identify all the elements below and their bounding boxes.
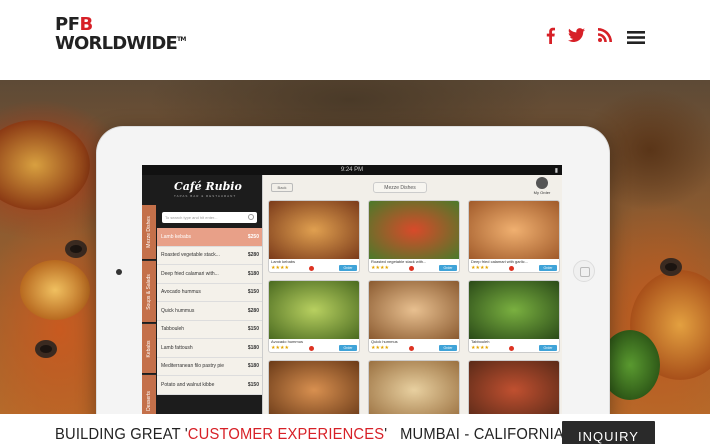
dish-card[interactable] [468,360,560,414]
my-order-button[interactable]: My Order [532,177,552,195]
menu-item[interactable]: Lamb fattoush $180 [157,339,262,358]
dish-photo [269,201,359,259]
app-right-panel: Back Mezze Dishes My Order Lamb kebabs ★★… [262,175,562,414]
food-blob [0,120,90,210]
dish-card[interactable] [268,360,360,414]
dish-photo [369,281,459,339]
site-header: PFB WORLDWIDETM [0,0,710,80]
dish-card[interactable] [368,360,460,414]
tagline-band: BUILDING GREAT 'CUSTOMER EXPERIENCES' MU… [0,414,710,444]
logo-line2: WORLDWIDETM [55,33,186,54]
menu-item[interactable]: Roasted vegetable stack... $280 [157,246,262,265]
rating-stars: ★★★★ [271,345,289,351]
dish-card[interactable]: Roasted vegetable stack with... ★★★★ Order [368,200,460,273]
side-tabs: Mezze Dishes Soups & Salads Kebabs Desse… [142,205,156,414]
ipad-home-button [573,260,595,282]
menu-item[interactable]: Tabbouleh $150 [157,320,262,339]
ipad-status-bar: 9:24 PM ▮ [142,165,562,175]
rating-stars: ★★★★ [471,265,489,271]
food-blob [600,330,660,400]
rating-stars: ★★★★ [371,345,389,351]
veg-indicator [409,346,414,351]
menu-list: Lamb kebabs $250 Roasted vegetable stack.… [157,228,262,395]
veg-indicator [409,266,414,271]
veg-indicator [509,346,514,351]
menu-item[interactable]: Lamb kebabs $250 [157,228,262,247]
pfb-logo[interactable]: PFB WORLDWIDETM [55,16,186,53]
order-button[interactable]: Order [439,345,457,351]
dish-photo [469,281,559,339]
order-button[interactable]: Order [539,345,557,351]
app-brand: Café Rubio TAPAS BAR & RESTAURANT [174,180,242,198]
hamburger-menu-icon[interactable] [626,28,646,46]
dish-photo [269,281,359,339]
menu-item[interactable]: Avocado hummus $150 [157,283,262,302]
olive-decor [35,340,57,358]
back-button[interactable]: Back [271,183,293,192]
search-icon [248,214,254,220]
tagline: BUILDING GREAT 'CUSTOMER EXPERIENCES' MU… [55,426,564,443]
ipad-screen: 9:24 PM ▮ Café Rubio TAPAS BAR & RESTAURAN… [142,165,562,414]
order-icon [536,177,548,189]
menu-item[interactable]: Quick hummus $280 [157,302,262,321]
olive-decor [65,240,87,258]
order-button[interactable]: Order [439,265,457,271]
inquiry-button[interactable]: INQUIRY [562,421,655,444]
hero-banner: 9:24 PM ▮ Café Rubio TAPAS BAR & RESTAURAN… [0,80,710,414]
dish-photo [469,361,559,414]
dish-card[interactable]: Quick hummus ★★★★ Order [368,280,460,353]
locations: MUMBAI - CALIFORNIA [400,426,564,443]
rating-stars: ★★★★ [271,265,289,271]
order-button[interactable]: Order [539,265,557,271]
app-top-bar: Back Mezze Dishes My Order [263,175,562,199]
ipad-mockup: 9:24 PM ▮ Café Rubio TAPAS BAR & RESTAURAN… [97,127,609,414]
rating-stars: ★★★★ [471,345,489,351]
olive-decor [660,258,682,276]
veg-indicator [509,266,514,271]
veg-indicator [309,266,314,271]
side-tab-desserts[interactable]: Desserts [142,375,156,414]
dish-photo [469,201,559,259]
dish-photo [269,361,359,414]
dish-card[interactable]: Deep fried calamari with garlic... ★★★★ Or… [468,200,560,273]
veg-indicator [309,346,314,351]
side-tab-mezze[interactable]: Mezze Dishes [142,205,156,260]
menu-search-input[interactable]: To search type and hit enter... [162,212,257,223]
side-tab-soups[interactable]: Soups & Salads [142,261,156,323]
facebook-icon[interactable] [544,26,556,44]
food-blob [20,260,90,320]
dish-card[interactable]: Lamb kebabs ★★★★ Order [268,200,360,273]
menu-item[interactable]: Mediterranean filo pastry pie $180 [157,357,262,376]
dish-photo [369,361,459,414]
twitter-icon[interactable] [567,26,585,44]
section-title: Mezze Dishes [373,182,427,193]
ipad-camera [116,269,122,275]
menu-item[interactable]: Deep fried calamari with... $180 [157,265,262,284]
app-left-panel: Café Rubio TAPAS BAR & RESTAURANT Mezze D… [142,175,262,414]
order-button[interactable]: Order [339,345,357,351]
rss-icon[interactable] [597,26,613,44]
order-button[interactable]: Order [339,265,357,271]
side-tab-kebabs[interactable]: Kebabs [142,324,156,374]
rating-stars: ★★★★ [371,265,389,271]
dish-card[interactable]: Avocado hummus ★★★★ Order [268,280,360,353]
logo-line1: PFB [55,14,93,35]
dish-photo [369,201,459,259]
menu-item[interactable]: Potato and walnut kibbe $150 [157,376,262,395]
dish-card[interactable]: Tabbouleh ★★★★ Order [468,280,560,353]
